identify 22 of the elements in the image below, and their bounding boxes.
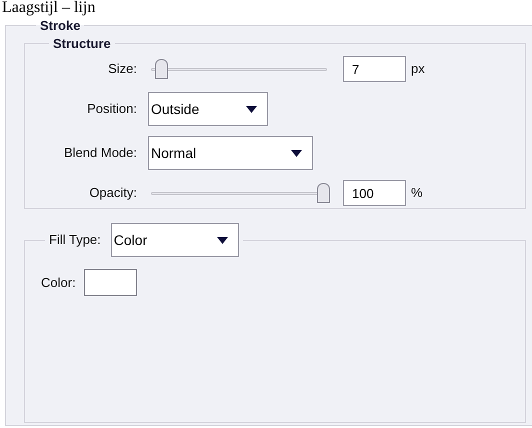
field-label: Opacity:: [89, 184, 137, 202]
unit-label: %: [411, 184, 423, 202]
field-label: Position:: [87, 100, 137, 118]
group-title: Stroke: [39, 17, 82, 35]
unit-label: px: [411, 60, 425, 78]
slider-thumb[interactable]: [154, 59, 168, 79]
dropdown[interactable]: Outside: [148, 92, 268, 126]
caret-icon: [291, 150, 302, 156]
field-label: Size:: [108, 60, 137, 78]
number-field[interactable]: 100: [343, 180, 406, 206]
field-label: Fill Type:: [49, 231, 101, 250]
page-title: Laagstijl – lijn: [1, 0, 96, 16]
caret-icon: [246, 106, 257, 112]
slider-thumb[interactable]: [317, 183, 330, 203]
caret-icon: [216, 236, 228, 244]
color-swatch[interactable]: [84, 269, 137, 296]
field-label: Color:: [41, 274, 76, 292]
dropdown[interactable]: Normal: [148, 136, 313, 170]
number-field[interactable]: 7: [343, 56, 406, 82]
field-label: Blend Mode:: [64, 144, 137, 162]
group-title: Structure: [52, 34, 112, 52]
dropdown[interactable]: Color: [110, 223, 239, 257]
